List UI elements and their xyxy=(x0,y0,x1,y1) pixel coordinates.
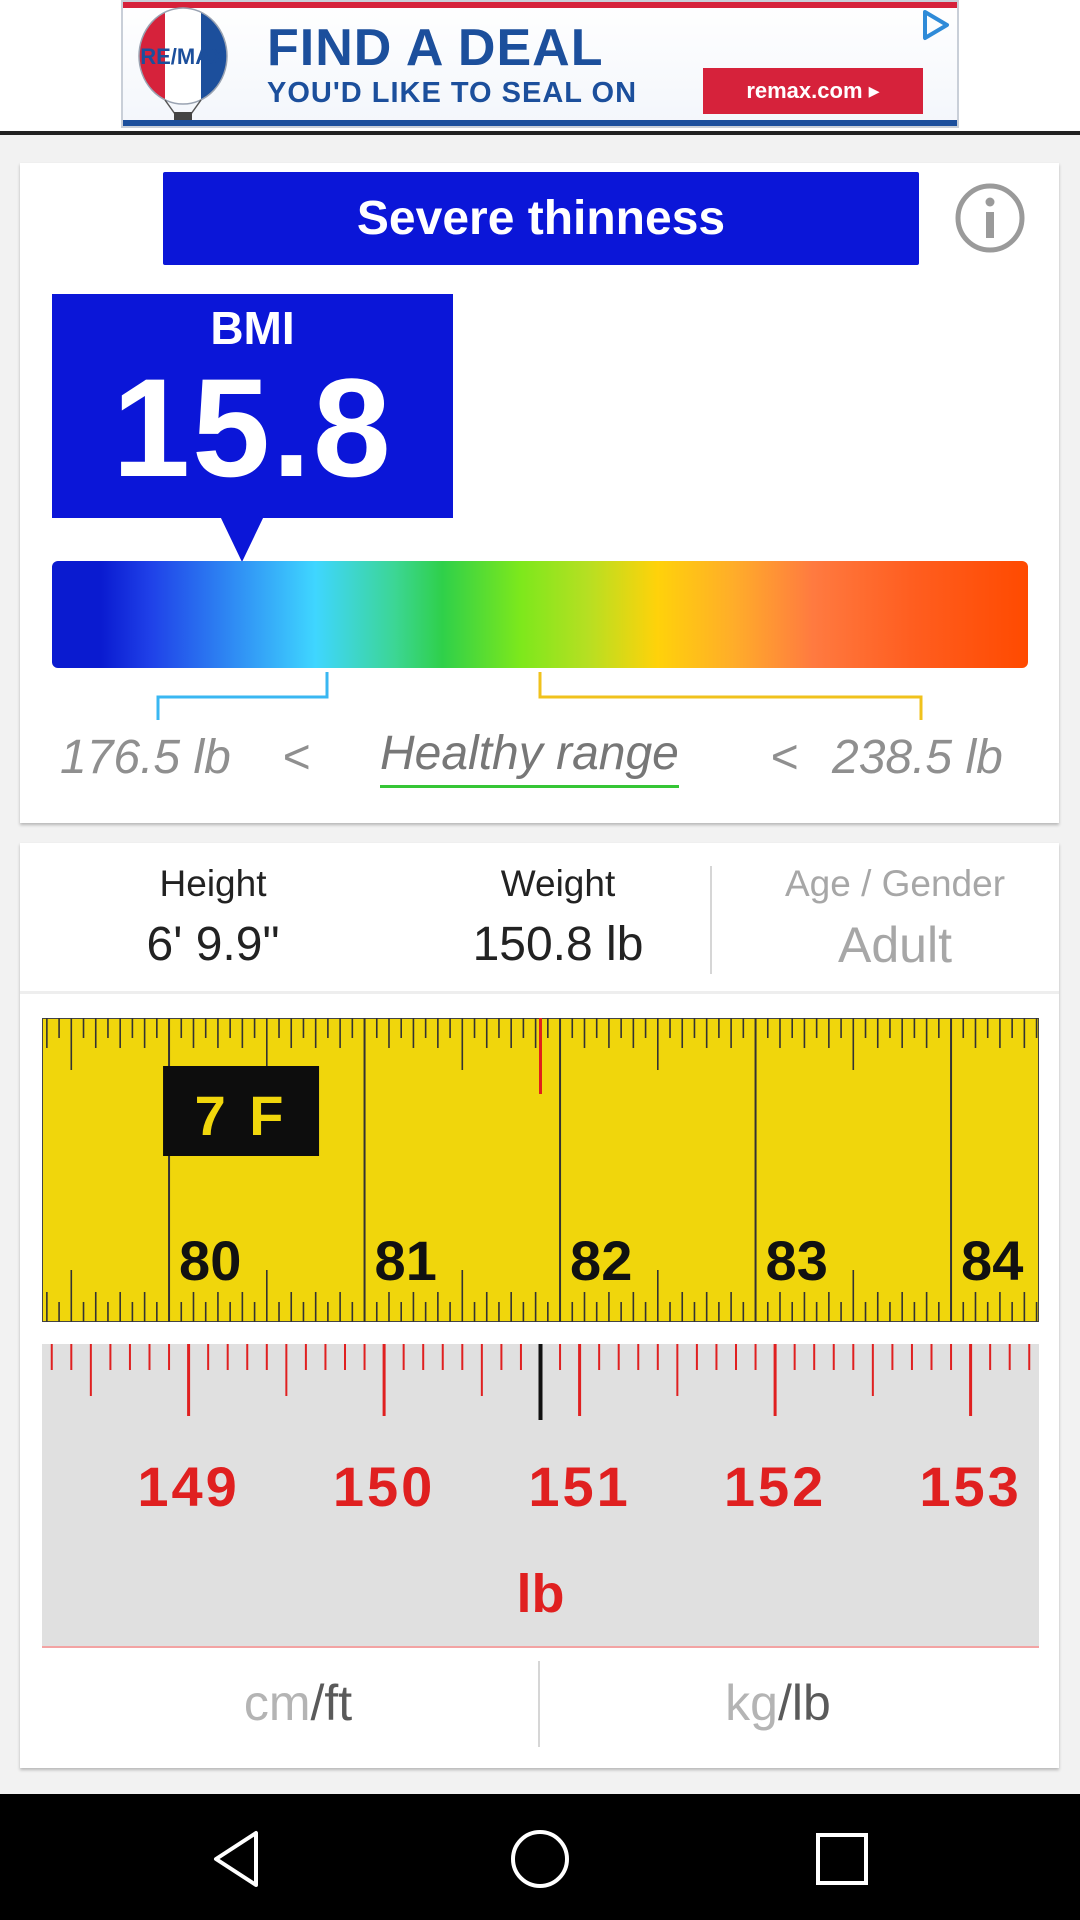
range-low-weight: 176.5 lb xyxy=(60,731,231,784)
category-banner: Severe thinness xyxy=(163,172,919,265)
ad-cta-button[interactable]: remax.com ▸ xyxy=(703,68,923,114)
unit-sep-weight: / xyxy=(777,1675,792,1731)
ad-subline: YOU'D LIKE TO SEAL ON xyxy=(267,77,638,109)
range-high-sign: < xyxy=(770,731,799,784)
height-inch-label: 84 xyxy=(961,1229,1023,1292)
measurement-divider xyxy=(710,866,712,974)
system-nav-bar xyxy=(0,1794,1080,1920)
range-low-sign: < xyxy=(282,731,311,784)
bmi-value: 15.8 xyxy=(112,349,393,506)
weight-unit-label: lb xyxy=(517,1564,565,1624)
ad-top-bar xyxy=(123,2,957,8)
weight-unit-toggle[interactable]: kg/lb xyxy=(578,1667,978,1739)
height-ruler[interactable]: 80818283848910117 F xyxy=(42,1018,1039,1322)
unit-sep-length: / xyxy=(310,1675,325,1731)
range-brackets xyxy=(156,672,923,720)
healthy-range-label[interactable]: Healthy range xyxy=(380,723,679,788)
weight-label: 151 xyxy=(528,1455,630,1518)
bmi-pointer xyxy=(220,516,264,562)
weight-label: 150 xyxy=(333,1455,435,1518)
ad-divider xyxy=(0,131,1080,135)
unit-ft[interactable]: ft xyxy=(324,1675,352,1731)
unit-cm[interactable]: cm xyxy=(244,1675,311,1731)
ad-bottom-bar xyxy=(123,120,957,126)
length-unit-toggle[interactable]: cm/ft xyxy=(98,1667,498,1739)
home-circle-icon[interactable] xyxy=(508,1827,572,1891)
ad-choices-icon[interactable] xyxy=(917,8,951,42)
ad-banner[interactable]: RE/MAX FIND A DEAL YOU'D LIKE TO SEAL ON… xyxy=(121,0,959,128)
recent-square-icon[interactable] xyxy=(810,1827,874,1891)
bmi-box: BMI 15.8 xyxy=(52,294,453,518)
unit-lb[interactable]: lb xyxy=(792,1675,831,1731)
ad-headline: FIND A DEAL xyxy=(267,19,604,77)
bmi-label: BMI xyxy=(210,302,295,354)
range-high-weight: 238.5 lb xyxy=(832,731,1003,784)
measurement-bottom-divider xyxy=(20,991,1059,994)
bmi-result-card: Severe thinness BMI 15.8 176.5 lb < Heal… xyxy=(20,163,1059,823)
units-divider xyxy=(538,1661,540,1747)
height-inch-label: 80 xyxy=(179,1229,241,1292)
info-icon[interactable] xyxy=(954,182,1026,254)
weight-label: Weight xyxy=(500,863,616,904)
weight-value[interactable]: 150.8 lb xyxy=(408,917,708,973)
bmi-gradient-bar xyxy=(52,561,1028,668)
height-inch-label: 81 xyxy=(375,1229,437,1292)
height-inch-label: 83 xyxy=(766,1229,828,1292)
height-value[interactable]: 6' 9.9" xyxy=(88,917,338,973)
ad-brand-text: RE/MAX xyxy=(140,44,226,69)
age-gender-value[interactable]: Adult xyxy=(735,917,1055,973)
weight-label: 153 xyxy=(919,1455,1021,1518)
input-card: Height 6' 9.9" Weight 150.8 lb Age / Gen… xyxy=(20,843,1059,1768)
weight-ruler[interactable]: 149 150 151 152 153 lb xyxy=(42,1344,1039,1648)
weight-label: 152 xyxy=(724,1455,826,1518)
balloon-logo-icon: RE/MAX xyxy=(138,7,228,124)
age-gender-label: Age / Gender xyxy=(784,863,1006,904)
unit-kg[interactable]: kg xyxy=(725,1675,778,1731)
feet-marker-label: 7 F xyxy=(195,1084,288,1147)
height-inch-label: 82 xyxy=(570,1229,632,1292)
weight-label: 149 xyxy=(137,1455,239,1518)
height-label: Height xyxy=(159,863,267,904)
back-triangle-icon[interactable] xyxy=(206,1827,270,1891)
